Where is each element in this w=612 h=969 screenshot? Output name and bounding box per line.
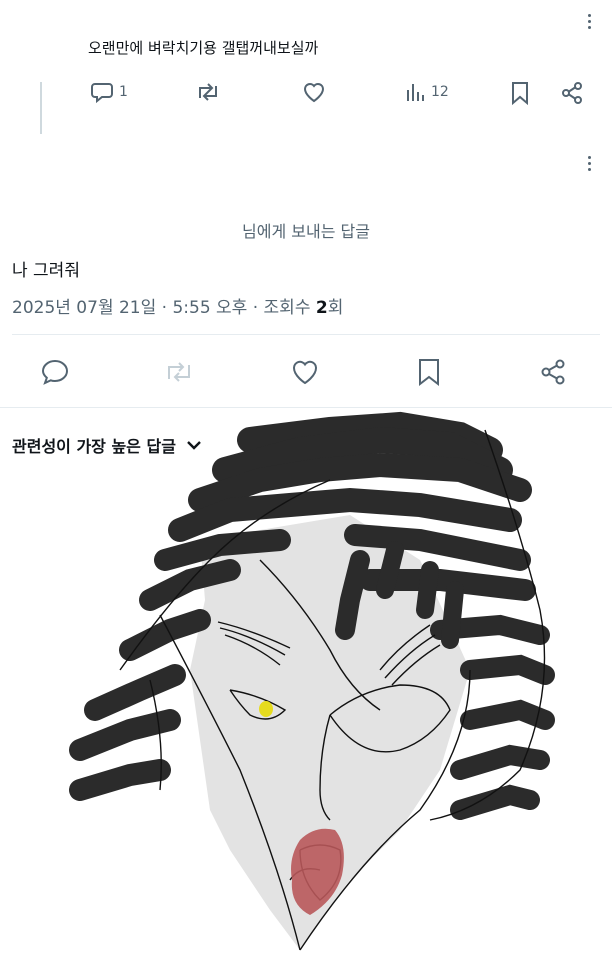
reply-destination-text: 님에게 보내는 답글 <box>242 222 370 241</box>
comment-icon <box>91 83 113 104</box>
reply-destination: 님에게 보내는 답글 <box>0 218 612 242</box>
lips-fill <box>291 828 344 915</box>
heart-icon <box>303 83 325 103</box>
sort-dropdown[interactable]: 관련성이 가장 높은 답글 <box>12 433 202 457</box>
post-text-content: 나 그려줘 <box>12 261 80 281</box>
post-view-count: 2 <box>315 298 328 318</box>
heart-icon <box>292 360 318 385</box>
analytics-icon <box>407 84 424 101</box>
reply-button[interactable] <box>40 357 70 387</box>
share-icon <box>541 359 565 385</box>
chevron-down-icon <box>187 441 201 450</box>
comment-icon <box>41 359 69 385</box>
retweet-icon <box>168 362 190 382</box>
bookmark-button[interactable] <box>415 357 443 387</box>
reply-tweet-text: 오랜만에 벼락치기용 갤탭꺼내보실까 <box>88 37 318 58</box>
retweet-button[interactable] <box>162 357 196 387</box>
face-drawing-image <box>69 411 555 951</box>
more-options-icon[interactable] <box>588 14 592 32</box>
bookmark-icon <box>512 82 528 106</box>
reply-button[interactable]: 1 <box>90 80 128 104</box>
share-button[interactable] <box>559 80 585 106</box>
reply-count: 1 <box>119 84 128 100</box>
sort-label: 관련성이 가장 높은 답글 <box>12 437 176 456</box>
share-button[interactable] <box>538 357 568 387</box>
post-metadata: 2025년 07월 21일 · 5:55 오후 · 조회수 2회 <box>12 293 343 318</box>
divider <box>12 334 600 335</box>
more-options-icon[interactable] <box>588 156 592 174</box>
share-icon <box>562 82 582 104</box>
like-button[interactable] <box>301 80 327 104</box>
view-count: 12 <box>431 84 449 100</box>
retweet-icon <box>199 83 217 101</box>
post-view-unit: 회 <box>327 298 344 318</box>
views-button[interactable]: 12 <box>405 81 449 103</box>
post-text: 나 그려줘 <box>12 256 80 281</box>
post-timestamp: 2025년 07월 21일 · 5:55 오후 · 조회수 <box>12 298 311 318</box>
bookmark-icon <box>419 359 439 387</box>
retweet-button[interactable] <box>194 80 222 104</box>
like-button[interactable] <box>290 357 320 387</box>
bookmark-button[interactable] <box>509 80 531 106</box>
post-action-bar <box>0 350 612 394</box>
reply-text-content: 오랜만에 벼락치기용 갤탭꺼내보실까 <box>88 39 319 57</box>
eye-highlight <box>259 701 273 717</box>
section-divider <box>0 407 612 408</box>
reply-action-bar: 1 12 <box>0 76 612 112</box>
